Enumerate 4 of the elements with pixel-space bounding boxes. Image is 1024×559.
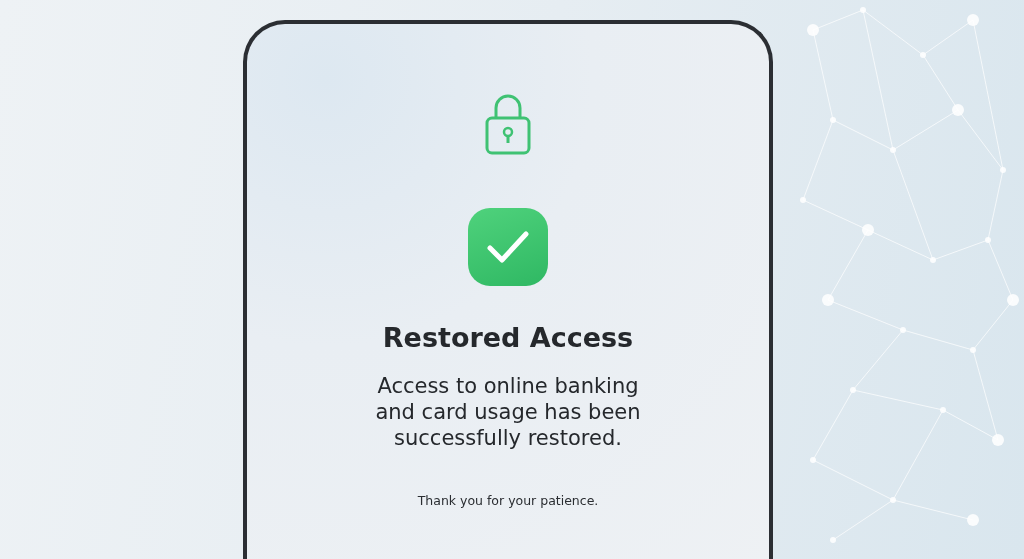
screen-title: Restored Access: [382, 322, 634, 353]
thank-you-note: Thank you for your patience.: [417, 493, 599, 508]
checkmark-icon: [485, 229, 531, 265]
status-message: Access to online banking and card usage has been successfully restored.: [374, 373, 642, 451]
